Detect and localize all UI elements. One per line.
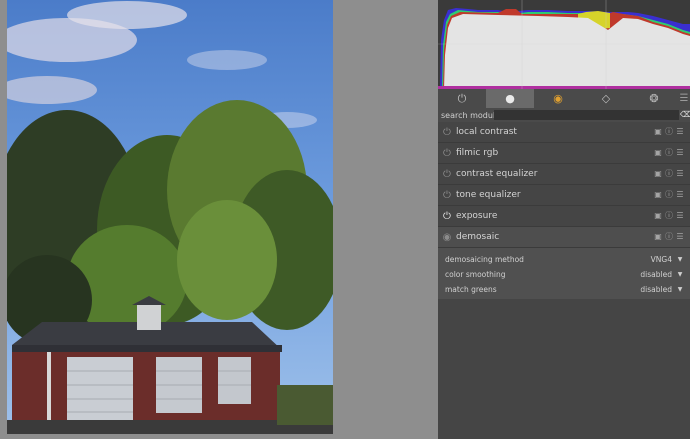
param-value: disabled xyxy=(640,285,672,294)
module-group-tabs: ⏻ ● ◉ ◇ ❂ ☰ xyxy=(438,89,690,108)
dropdown-arrow-icon: ▼ xyxy=(677,286,683,293)
presets-menu-icon[interactable]: ☰ xyxy=(678,89,690,108)
image-center-view xyxy=(0,0,438,439)
reset-icon[interactable]: ⓘ xyxy=(665,233,673,241)
circle-icon: ● xyxy=(505,92,515,105)
menu-icon[interactable]: ☰ xyxy=(676,149,684,157)
power-icon[interactable]: ⏻ xyxy=(438,169,456,180)
menu-icon[interactable]: ☰ xyxy=(676,191,684,199)
param-value: disabled xyxy=(640,270,672,279)
module-contrast-equalizer[interactable]: ⏻ contrast equalizer ▣ ⓘ ☰ xyxy=(438,164,690,185)
dropdown-arrow-icon: ▼ xyxy=(677,256,683,263)
module-name: contrast equalizer xyxy=(456,169,538,179)
module-name: tone equalizer xyxy=(456,190,521,200)
module-filmic-rgb[interactable]: ⏻ filmic rgb ▣ ⓘ ☰ xyxy=(438,143,690,164)
module-tone-equalizer[interactable]: ⏻ tone equalizer ▣ ⓘ ☰ xyxy=(438,185,690,206)
module-name: filmic rgb xyxy=(456,148,499,158)
effects-icon: ❂ xyxy=(649,92,659,105)
reset-icon[interactable]: ⓘ xyxy=(665,170,673,178)
menu-icon[interactable]: ☰ xyxy=(676,212,684,220)
menu-icon[interactable]: ☰ xyxy=(676,170,684,178)
tab-base-modules[interactable]: ● xyxy=(486,89,534,108)
module-demosaic[interactable]: ◉ demosaic ▣ ⓘ ☰ xyxy=(438,227,690,248)
reset-icon[interactable]: ⓘ xyxy=(665,212,673,220)
power-icon[interactable]: ⏻ xyxy=(438,211,456,222)
power-icon[interactable]: ⏻ xyxy=(438,148,456,159)
presets-icon[interactable]: ▣ xyxy=(654,149,662,157)
color-smoothing-dropdown[interactable]: color smoothing disabled ▼ xyxy=(438,267,690,282)
param-label: match greens xyxy=(445,285,497,294)
dropdown-arrow-icon: ▼ xyxy=(677,271,683,278)
reset-icon[interactable]: ⓘ xyxy=(665,191,673,199)
search-module-row: search module ⌫ xyxy=(438,108,690,122)
backspace-icon[interactable]: ⌫ xyxy=(680,110,690,120)
tab-color-modules[interactable]: ◉ xyxy=(534,89,582,108)
menu-icon[interactable]: ☰ xyxy=(676,233,684,241)
module-list: ⏻ local contrast ▣ ⓘ ☰ ⏻ filmic rgb ▣ ⓘ ☰ ⏻ … xyxy=(438,122,690,299)
histogram[interactable] xyxy=(438,0,690,89)
module-exposure[interactable]: ⏻ exposure ▣ ⓘ ☰ xyxy=(438,206,690,227)
presets-icon[interactable]: ▣ xyxy=(654,212,662,220)
power-icon: ⏻ xyxy=(457,91,467,105)
presets-icon[interactable]: ▣ xyxy=(654,170,662,178)
reset-icon[interactable]: ⓘ xyxy=(665,128,673,136)
search-module-input[interactable] xyxy=(494,110,679,120)
presets-icon[interactable]: ▣ xyxy=(654,191,662,199)
tab-effect-modules[interactable]: ❂ xyxy=(630,89,678,108)
search-module-label: search module xyxy=(441,110,501,120)
presets-icon[interactable]: ▣ xyxy=(654,128,662,136)
module-name: exposure xyxy=(456,211,498,221)
module-name: local contrast xyxy=(456,127,517,137)
match-greens-dropdown[interactable]: match greens disabled ▼ xyxy=(438,282,690,297)
power-icon[interactable]: ⏻ xyxy=(438,190,456,201)
demosaic-params: demosaicing method VNG4 ▼ color smoothin… xyxy=(438,248,690,299)
right-panel: ⏻ ● ◉ ◇ ❂ ☰ search module ⌫ ⏻ local cont… xyxy=(438,0,690,439)
photo-preview[interactable] xyxy=(7,0,333,434)
always-on-icon: ◉ xyxy=(442,231,452,243)
demosaicing-method-dropdown[interactable]: demosaicing method VNG4 ▼ xyxy=(438,252,690,267)
presets-icon[interactable]: ▣ xyxy=(654,233,662,241)
reset-icon[interactable]: ⓘ xyxy=(665,149,673,157)
module-name: demosaic xyxy=(456,232,500,242)
tab-correct-modules[interactable]: ◇ xyxy=(582,89,630,108)
color-wheel-icon: ◉ xyxy=(553,92,563,105)
param-label: color smoothing xyxy=(445,270,506,279)
tab-active-modules[interactable]: ⏻ xyxy=(438,89,486,108)
menu-icon[interactable]: ☰ xyxy=(676,128,684,136)
shapes-icon: ◇ xyxy=(601,92,611,105)
power-icon[interactable]: ⏻ xyxy=(438,127,456,138)
module-local-contrast[interactable]: ⏻ local contrast ▣ ⓘ ☰ xyxy=(438,122,690,143)
param-value: VNG4 xyxy=(650,255,672,264)
param-label: demosaicing method xyxy=(445,255,524,264)
